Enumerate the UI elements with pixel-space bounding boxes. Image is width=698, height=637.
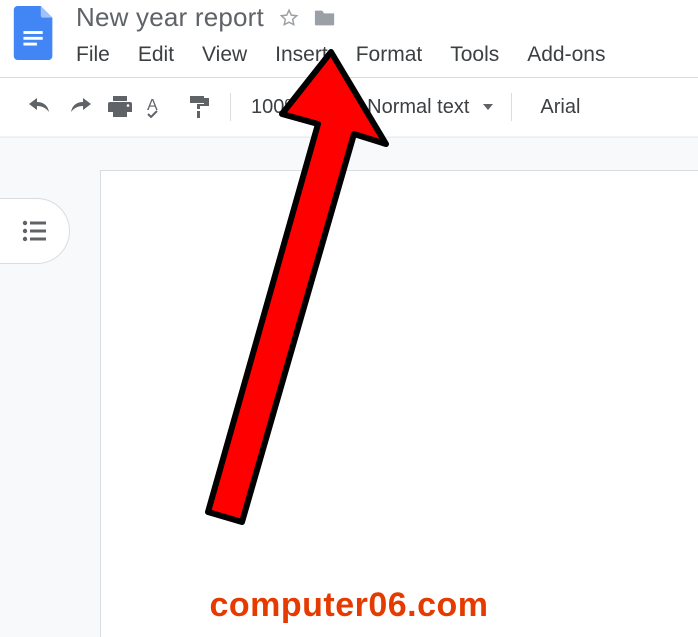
- menu-insert[interactable]: Insert: [261, 39, 342, 73]
- document-page[interactable]: [100, 170, 698, 637]
- star-icon[interactable]: [278, 7, 300, 29]
- paint-format-button[interactable]: [180, 90, 220, 124]
- document-title[interactable]: New year report: [76, 2, 264, 33]
- chevron-down-icon: [312, 104, 322, 110]
- editor-canvas: [0, 137, 698, 637]
- menu-tools[interactable]: Tools: [436, 39, 513, 73]
- zoom-dropdown[interactable]: 100%: [241, 96, 332, 119]
- header-main: New year report File Edit View Insert Fo…: [76, 2, 619, 73]
- toolbar: A 100% Normal text Arial: [0, 77, 698, 137]
- redo-button[interactable]: [60, 90, 100, 124]
- menu-file[interactable]: File: [76, 39, 124, 73]
- menu-view[interactable]: View: [188, 39, 261, 73]
- print-button[interactable]: [100, 90, 140, 124]
- watermark-text: computer06.com: [0, 586, 698, 625]
- toolbar-separator: [511, 93, 512, 121]
- toolbar-separator: [230, 93, 231, 121]
- spellcheck-button[interactable]: A: [140, 90, 180, 124]
- zoom-value: 100%: [251, 96, 302, 119]
- docs-logo-icon[interactable]: [8, 6, 62, 60]
- chevron-down-icon: [483, 104, 493, 110]
- menubar: File Edit View Insert Format Tools Add-o…: [76, 39, 619, 73]
- menu-edit[interactable]: Edit: [124, 39, 188, 73]
- font-dropdown[interactable]: Arial: [522, 96, 590, 119]
- text-style-dropdown[interactable]: Normal text: [353, 96, 501, 119]
- app-header: New year report File Edit View Insert Fo…: [0, 0, 698, 73]
- font-value: Arial: [540, 96, 580, 118]
- title-row: New year report: [76, 2, 619, 33]
- text-style-value: Normal text: [367, 96, 469, 119]
- folder-move-icon[interactable]: [314, 8, 336, 28]
- undo-button[interactable]: [20, 90, 60, 124]
- toolbar-separator: [342, 93, 343, 121]
- menu-format[interactable]: Format: [342, 39, 437, 73]
- menu-addons[interactable]: Add-ons: [513, 39, 619, 73]
- outline-toggle-button[interactable]: [0, 198, 70, 264]
